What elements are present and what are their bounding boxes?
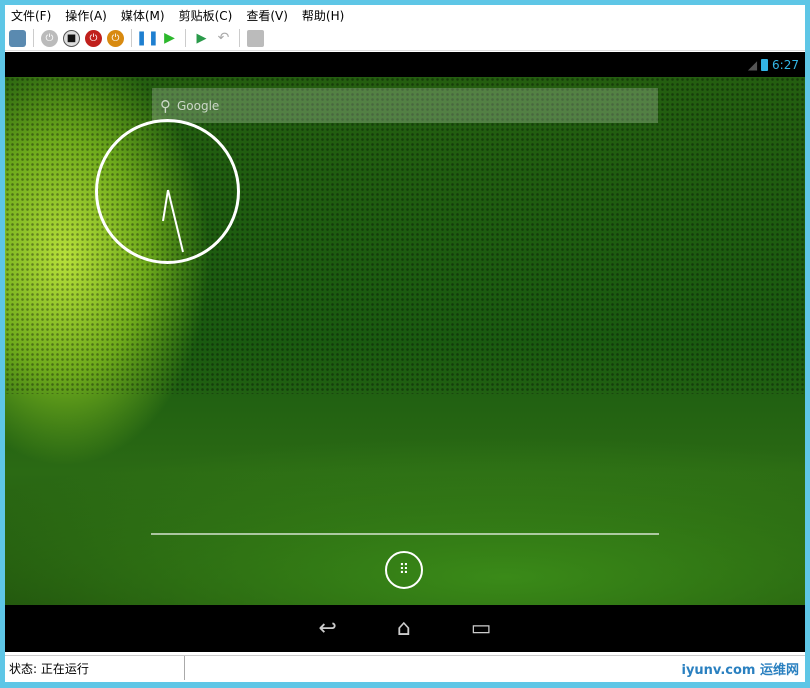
separator	[185, 29, 186, 47]
wallpaper: ⚲ Google ⠿	[5, 77, 805, 605]
menu-help[interactable]: 帮助(H)	[302, 7, 344, 24]
turn-off-icon[interactable]: ■	[63, 29, 80, 47]
signal-icon: ◢	[747, 57, 758, 72]
vm-screen[interactable]: ◢ 6:27 ⚲ Google ⠿ ↩ ⌂ ▭	[5, 52, 805, 652]
status-bar: 状态: 正在运行 iyunv.com 运维网	[5, 655, 805, 680]
android-status-bar: ◢ 6:27	[5, 52, 805, 77]
search-icon: ⚲	[160, 96, 171, 115]
clock-time: 6:27	[772, 57, 799, 72]
vm-window: 文件(F) 操作(A) 媒体(M) 剪贴板(C) 查看(V) 帮助(H) ⏻ ■…	[5, 5, 805, 682]
shutdown-icon[interactable]: ⏻	[85, 29, 102, 47]
menu-media[interactable]: 媒体(M)	[121, 7, 165, 24]
android-nav-bar: ↩ ⌂ ▭	[5, 605, 805, 652]
menu-file[interactable]: 文件(F)	[11, 7, 51, 24]
status-text: 状态: 正在运行	[5, 656, 185, 680]
menu-clipboard[interactable]: 剪贴板(C)	[179, 7, 233, 24]
enhanced-session-icon[interactable]	[247, 29, 264, 47]
recents-icon[interactable]: ▭	[471, 616, 492, 641]
ctrl-alt-del-icon[interactable]	[9, 29, 26, 47]
analog-clock-widget[interactable]	[95, 119, 240, 264]
clock-hands	[162, 189, 184, 253]
battery-icon	[761, 58, 769, 71]
pause-icon[interactable]: ❚❚	[136, 30, 159, 47]
apps-grid-icon: ⠿	[398, 562, 410, 578]
start-icon[interactable]: ⏻	[41, 29, 58, 47]
separator	[131, 29, 132, 47]
google-search-bar[interactable]: ⚲ Google	[152, 88, 658, 123]
checkpoint-icon[interactable]: ▶	[193, 30, 210, 47]
watermark: iyunv.com 运维网	[681, 663, 799, 678]
back-icon[interactable]: ↩	[318, 616, 336, 641]
menu-view[interactable]: 查看(V)	[246, 7, 288, 24]
dock-divider	[151, 533, 659, 535]
save-icon[interactable]: ⏻	[107, 29, 124, 47]
separator	[33, 29, 34, 47]
menu-action[interactable]: 操作(A)	[65, 7, 107, 24]
separator	[239, 29, 240, 47]
resume-icon[interactable]: ▶	[161, 30, 178, 47]
toolbar: ⏻ ■ ⏻ ⏻ ❚❚ ▶ ▶ ↶	[5, 26, 805, 51]
home-icon[interactable]: ⌂	[397, 616, 411, 641]
search-placeholder: Google	[177, 98, 220, 113]
revert-icon[interactable]: ↶	[215, 30, 232, 47]
app-drawer-button[interactable]: ⠿	[385, 551, 423, 589]
menu-bar: 文件(F) 操作(A) 媒体(M) 剪贴板(C) 查看(V) 帮助(H)	[5, 5, 805, 26]
